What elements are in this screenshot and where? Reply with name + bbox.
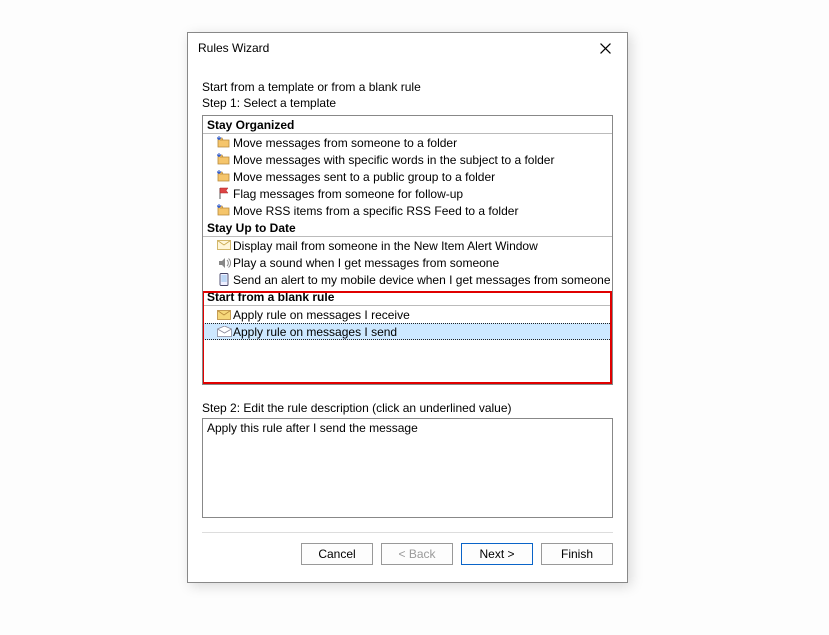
template-label: Move messages sent to a public group to … bbox=[233, 170, 495, 184]
sound-icon bbox=[215, 257, 233, 269]
flag-icon bbox=[215, 187, 233, 200]
rule-description-box[interactable]: Apply this rule after I send the message bbox=[202, 418, 613, 518]
template-item[interactable]: Move messages with specific words in the… bbox=[203, 151, 612, 168]
move-folder-icon bbox=[215, 204, 233, 217]
template-item[interactable]: Play a sound when I get messages from so… bbox=[203, 254, 612, 271]
template-item[interactable]: Apply rule on messages I receive bbox=[203, 306, 612, 323]
step2-section: Step 2: Edit the rule description (click… bbox=[202, 401, 613, 518]
template-item[interactable]: Display mail from someone in the New Ite… bbox=[203, 237, 612, 254]
envelope-closed-icon bbox=[215, 310, 233, 320]
template-label: Flag messages from someone for follow-up bbox=[233, 187, 463, 201]
close-icon bbox=[600, 43, 611, 54]
dialog-title: Rules Wizard bbox=[198, 41, 583, 55]
envelope-open-icon bbox=[215, 326, 233, 337]
dialog-buttons: Cancel < Back Next > Finish bbox=[188, 533, 627, 565]
template-item-selected[interactable]: Apply rule on messages I send bbox=[203, 323, 612, 340]
group-header-start-blank: Start from a blank rule bbox=[203, 288, 612, 306]
close-button[interactable] bbox=[583, 33, 627, 63]
step2-label: Step 2: Edit the rule description (click… bbox=[202, 401, 613, 415]
template-item[interactable]: Flag messages from someone for follow-up bbox=[203, 185, 612, 202]
template-label: Play a sound when I get messages from so… bbox=[233, 256, 499, 270]
group-header-stay-up-to-date: Stay Up to Date bbox=[203, 219, 612, 237]
rules-wizard-dialog: Rules Wizard Start from a template or fr… bbox=[187, 32, 628, 583]
cancel-button[interactable]: Cancel bbox=[301, 543, 373, 565]
move-folder-icon bbox=[215, 170, 233, 183]
template-item[interactable]: Move RSS items from a specific RSS Feed … bbox=[203, 202, 612, 219]
next-button[interactable]: Next > bbox=[461, 543, 533, 565]
mail-alert-icon bbox=[215, 240, 233, 251]
intro-text: Start from a template or from a blank ru… bbox=[202, 79, 613, 111]
template-label: Move messages with specific words in the… bbox=[233, 153, 554, 167]
group-header-stay-organized: Stay Organized bbox=[203, 116, 612, 134]
finish-button[interactable]: Finish bbox=[541, 543, 613, 565]
mobile-device-icon bbox=[215, 273, 233, 286]
template-label: Move messages from someone to a folder bbox=[233, 136, 457, 150]
back-button[interactable]: < Back bbox=[381, 543, 453, 565]
template-item[interactable]: Move messages from someone to a folder bbox=[203, 134, 612, 151]
template-label: Send an alert to my mobile device when I… bbox=[233, 273, 611, 287]
move-folder-icon bbox=[215, 153, 233, 166]
template-label: Display mail from someone in the New Ite… bbox=[233, 239, 538, 253]
rule-description-text: Apply this rule after I send the message bbox=[207, 421, 418, 435]
intro-line: Start from a template or from a blank ru… bbox=[202, 79, 613, 95]
template-item[interactable]: Send an alert to my mobile device when I… bbox=[203, 271, 612, 288]
template-item[interactable]: Move messages sent to a public group to … bbox=[203, 168, 612, 185]
titlebar: Rules Wizard bbox=[188, 33, 627, 63]
template-label: Move RSS items from a specific RSS Feed … bbox=[233, 204, 518, 218]
template-label: Apply rule on messages I send bbox=[233, 325, 397, 339]
template-label: Apply rule on messages I receive bbox=[233, 308, 410, 322]
move-folder-icon bbox=[215, 136, 233, 149]
step1-label: Step 1: Select a template bbox=[202, 95, 613, 111]
template-list[interactable]: Stay Organized Move messages from someon… bbox=[202, 115, 613, 385]
